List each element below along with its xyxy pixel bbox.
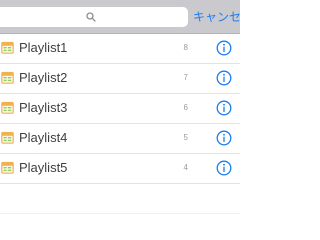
info-icon[interactable] [216, 130, 232, 146]
search-input[interactable] [0, 7, 188, 27]
playlist-icon [1, 41, 14, 54]
playlist-icon [1, 101, 14, 114]
playlist-icon [1, 161, 14, 174]
playlist-screen: キャンセル Playlist1 8 [0, 0, 240, 240]
playlist-icon [1, 131, 14, 144]
playlist-count: 4 [183, 163, 188, 172]
info-icon[interactable] [216, 40, 232, 56]
playlist-row[interactable]: Playlist4 5 [0, 124, 240, 154]
search-bar: キャンセル [0, 0, 240, 34]
playlist-count: 8 [183, 43, 188, 52]
playlist-row[interactable]: Playlist1 8 [0, 34, 240, 64]
playlist-count: 7 [183, 73, 188, 82]
playlist-name: Playlist1 [19, 40, 68, 55]
playlist-list: Playlist1 8 Playlist2 7 Playlist3 6 Play… [0, 34, 240, 240]
playlist-icon [1, 71, 14, 84]
playlist-name: Playlist5 [19, 160, 68, 175]
info-icon[interactable] [216, 70, 232, 86]
info-icon[interactable] [216, 160, 232, 176]
playlist-row[interactable]: Playlist5 4 [0, 154, 240, 184]
playlist-name: Playlist2 [19, 70, 68, 85]
playlist-count: 6 [183, 103, 188, 112]
playlist-row[interactable]: Playlist2 7 [0, 64, 240, 94]
empty-row [0, 214, 240, 240]
info-icon[interactable] [216, 100, 232, 116]
playlist-name: Playlist3 [19, 100, 68, 115]
playlist-name: Playlist4 [19, 130, 68, 145]
playlist-count: 5 [183, 133, 188, 142]
search-icon [86, 12, 96, 22]
cancel-button[interactable]: キャンセル [193, 9, 240, 25]
empty-row [0, 184, 240, 214]
playlist-row[interactable]: Playlist3 6 [0, 94, 240, 124]
